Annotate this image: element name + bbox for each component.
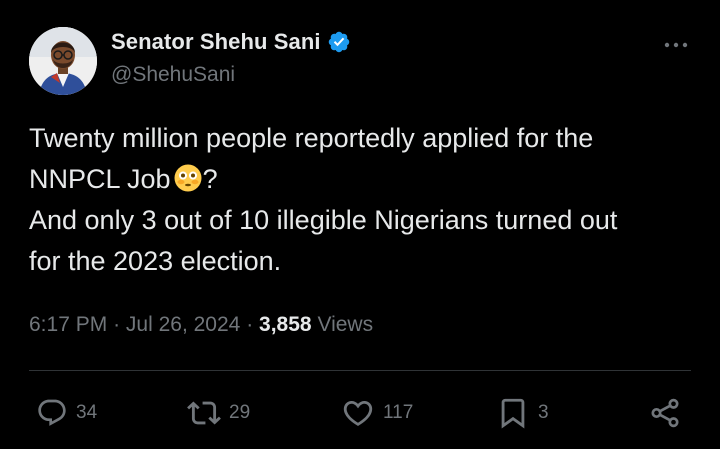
author-name[interactable]: Senator Shehu Sani (111, 29, 321, 55)
heart-icon (341, 396, 375, 430)
tweet-card: Senator Shehu Sani @ShehuSani Twenty mil… (0, 0, 720, 449)
tweet-line: for the 2023 election. (29, 246, 282, 276)
repost-button[interactable]: 29 (187, 396, 250, 430)
tweet-date[interactable]: Jul 26, 2024 (126, 313, 240, 336)
tweet-line: And only 3 out of 10 illegible Nigerians… (29, 205, 618, 235)
author-handle[interactable]: @ShehuSani (111, 63, 235, 87)
more-options-icon[interactable] (662, 38, 690, 50)
reply-icon (36, 397, 68, 429)
views-label[interactable]: Views (317, 313, 373, 336)
avatar-photo (29, 27, 97, 95)
bookmark-button[interactable]: 3 (496, 396, 549, 430)
views-count[interactable]: 3,858 (259, 313, 312, 336)
verified-badge-icon[interactable] (327, 30, 351, 54)
meta-separator: · (246, 313, 254, 336)
reply-button[interactable]: 34 (36, 396, 97, 430)
tweet-meta: 6:17 PM · Jul 26, 2024 · 3,858 Views (29, 313, 373, 337)
share-button[interactable] (648, 396, 682, 430)
bookmark-count: 3 (538, 402, 549, 423)
like-button[interactable]: 117 (341, 396, 413, 430)
like-count: 117 (383, 402, 414, 423)
tweet-line: Twenty million people reportedly applied… (29, 123, 594, 153)
tweet-line-text: NNPCL Job (29, 164, 171, 194)
tweet-time[interactable]: 6:17 PM (29, 313, 107, 336)
repost-count: 29 (229, 402, 251, 423)
tweet-line: NNPCL Job ? (29, 159, 699, 200)
flushed-face-icon (173, 163, 203, 193)
tweet-line-text: ? (202, 164, 218, 194)
meta-separator: · (113, 313, 121, 336)
tweet-text: Twenty million people reportedly applied… (29, 118, 699, 282)
bookmark-icon (496, 396, 530, 430)
share-icon (648, 396, 682, 430)
repost-icon (187, 396, 221, 430)
divider (29, 370, 691, 371)
author-name-row: Senator Shehu Sani (111, 29, 351, 55)
avatar[interactable] (29, 27, 97, 95)
reply-count: 34 (76, 402, 98, 423)
